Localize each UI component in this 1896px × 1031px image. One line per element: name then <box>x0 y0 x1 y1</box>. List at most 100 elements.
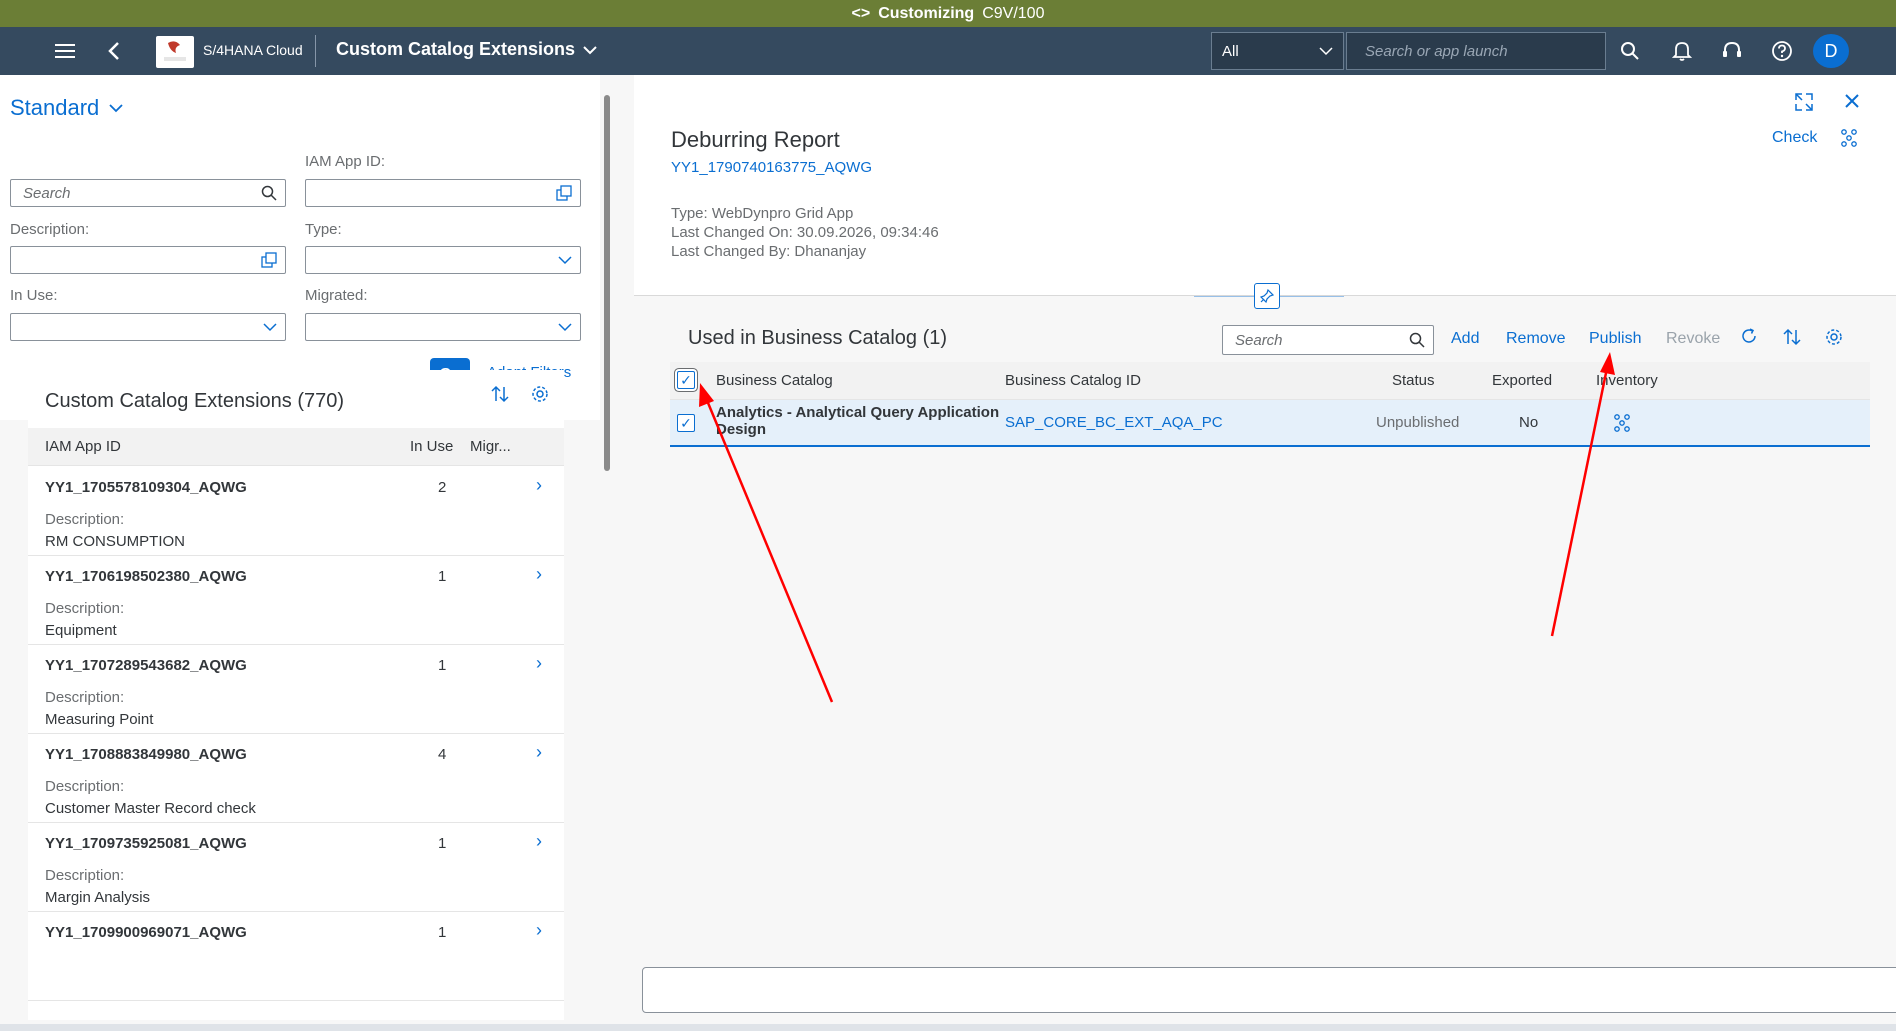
iam-app-id-field[interactable] <box>305 179 581 207</box>
column-in-use[interactable]: In Use <box>410 438 453 455</box>
column-migrated[interactable]: Migr... <box>470 438 511 455</box>
menu-icon[interactable] <box>45 27 85 75</box>
type-select[interactable] <box>305 246 581 274</box>
list-item-id: YY1_1709900969071_AQWG <box>45 924 247 941</box>
column-iam-app-id[interactable]: IAM App ID <box>45 438 121 455</box>
column-business-catalog-id[interactable]: Business Catalog ID <box>1005 372 1141 389</box>
list-item[interactable]: YY1_1706198502380_AQWG 1 › Description: … <box>28 556 564 645</box>
search-icon[interactable] <box>1409 332 1425 348</box>
list-item-in-use: 1 <box>438 835 447 852</box>
help-icon[interactable] <box>1762 27 1802 75</box>
business-catalog-name: Analytics - Analytical Query Application… <box>716 404 999 438</box>
system-bar-title: Customizing <box>878 4 975 22</box>
list-item[interactable]: YY1_1705578109304_AQWG 2 › Description: … <box>28 467 564 556</box>
sort-icon[interactable] <box>490 384 510 409</box>
search-icon[interactable] <box>1610 27 1650 75</box>
table-row[interactable]: ✓ Analytics - Analytical Query Applicati… <box>670 400 1870 447</box>
value-help-icon[interactable] <box>556 185 572 201</box>
migrated-select[interactable] <box>305 313 581 341</box>
system-id: C9V/100 <box>982 4 1045 22</box>
section-title: Used in Business Catalog (1) <box>688 327 948 349</box>
list-item[interactable]: YY1_1708883849980_AQWG 4 › Description: … <box>28 734 564 823</box>
chevron-right-icon[interactable]: › <box>536 653 542 674</box>
hierarchy-icon[interactable] <box>1839 128 1859 153</box>
master-scrollbar[interactable] <box>602 80 612 1020</box>
pin-header-button[interactable] <box>1254 283 1280 309</box>
support-icon[interactable] <box>1712 27 1752 75</box>
hierarchy-icon[interactable] <box>1612 413 1632 437</box>
chevron-right-icon[interactable]: › <box>536 475 542 496</box>
type-label: Type: <box>305 221 342 238</box>
in-use-label: In Use: <box>10 287 58 304</box>
chevron-right-icon[interactable]: › <box>536 742 542 763</box>
list-item[interactable]: YY1_1709735925081_AQWG 1 › Description: … <box>28 823 564 912</box>
search-scope-value: All <box>1222 42 1239 60</box>
chevron-down-icon <box>109 104 123 113</box>
migrated-label: Migrated: <box>305 287 368 304</box>
object-subtitle[interactable]: YY1_1790740163775_AQWG <box>671 159 872 176</box>
value-help-icon[interactable] <box>261 252 277 268</box>
object-header: Deburring Report YY1_1790740163775_AQWG … <box>634 75 1896 296</box>
search-icon[interactable] <box>261 185 277 201</box>
shell-search-input[interactable]: Search or app launch <box>1346 32 1606 70</box>
description-label: Description: <box>45 600 125 617</box>
chevron-right-icon[interactable]: › <box>536 564 542 585</box>
refresh-icon[interactable] <box>1740 327 1758 345</box>
settings-icon[interactable] <box>1824 327 1844 347</box>
company-logo[interactable] <box>156 36 194 68</box>
list-item-in-use: 1 <box>438 924 447 941</box>
list-item-description: Measuring Point <box>45 711 154 728</box>
check-button[interactable]: Check <box>1772 129 1817 147</box>
add-button[interactable]: Add <box>1451 330 1479 348</box>
list-item-in-use: 1 <box>438 657 447 674</box>
list-item-description: Customer Master Record check <box>45 800 256 817</box>
description-label: Description: <box>45 689 125 706</box>
search-placeholder: Search <box>1235 331 1283 349</box>
revoke-button[interactable]: Revoke <box>1666 330 1720 348</box>
chevron-down-icon <box>263 322 277 332</box>
description-label: Description: <box>10 221 90 238</box>
list-item-id: YY1_1709735925081_AQWG <box>45 835 247 852</box>
catalog-search-input[interactable]: Search <box>1222 325 1434 355</box>
remove-button[interactable]: Remove <box>1506 330 1566 348</box>
settings-icon[interactable] <box>530 384 550 409</box>
business-catalog-name-line1: Analytics - Analytical Query Application <box>716 404 1000 421</box>
notifications-icon[interactable] <box>1662 27 1702 75</box>
chevron-right-icon[interactable]: › <box>536 920 542 941</box>
system-bar: <> Customizing C9V/100 <box>0 0 1896 27</box>
chevron-down-icon <box>558 322 572 332</box>
back-icon[interactable] <box>94 27 134 75</box>
search-scope-select[interactable]: All <box>1211 32 1344 70</box>
description-field[interactable] <box>10 246 286 274</box>
list-item-description: Equipment <box>45 622 117 639</box>
search-placeholder: Search <box>23 184 71 202</box>
chevron-down-icon <box>558 255 572 265</box>
search-input[interactable]: Search <box>10 179 286 207</box>
status-text: Unpublished <box>1376 414 1460 431</box>
list-title: Custom Catalog Extensions (770) <box>45 390 345 412</box>
app-title-menu[interactable]: Custom Catalog Extensions <box>336 39 597 60</box>
footer-bar <box>642 967 1896 1013</box>
column-inventory[interactable]: Inventory <box>1596 372 1658 389</box>
publish-button[interactable]: Publish <box>1589 330 1641 348</box>
column-business-catalog[interactable]: Business Catalog <box>716 372 833 389</box>
sort-icon[interactable] <box>1782 327 1802 347</box>
column-exported[interactable]: Exported <box>1492 372 1552 389</box>
in-use-select[interactable] <box>10 313 286 341</box>
list-item[interactable]: YY1_1707289543682_AQWG 1 › Description: … <box>28 645 564 734</box>
fullscreen-icon[interactable] <box>1794 92 1814 117</box>
close-icon[interactable] <box>1843 92 1861 115</box>
business-catalog-id-link[interactable]: SAP_CORE_BC_EXT_AQA_PC <box>1005 414 1223 431</box>
app-title: Custom Catalog Extensions <box>336 39 576 59</box>
select-all-checkbox[interactable]: ✓ <box>677 371 695 389</box>
variant-selector[interactable]: Standard <box>10 95 123 121</box>
list-item[interactable]: YY1_1709900969071_AQWG 1 › <box>28 912 564 1001</box>
column-status[interactable]: Status <box>1392 372 1435 389</box>
chevron-right-icon[interactable]: › <box>536 831 542 852</box>
shell-separator <box>315 35 316 67</box>
scrollbar-thumb[interactable] <box>604 95 610 471</box>
object-changed-by: Last Changed By: Dhananjay <box>671 243 867 260</box>
user-avatar[interactable]: D <box>1813 34 1849 68</box>
row-checkbox[interactable]: ✓ <box>677 414 695 432</box>
chevron-down-icon <box>1319 47 1333 56</box>
